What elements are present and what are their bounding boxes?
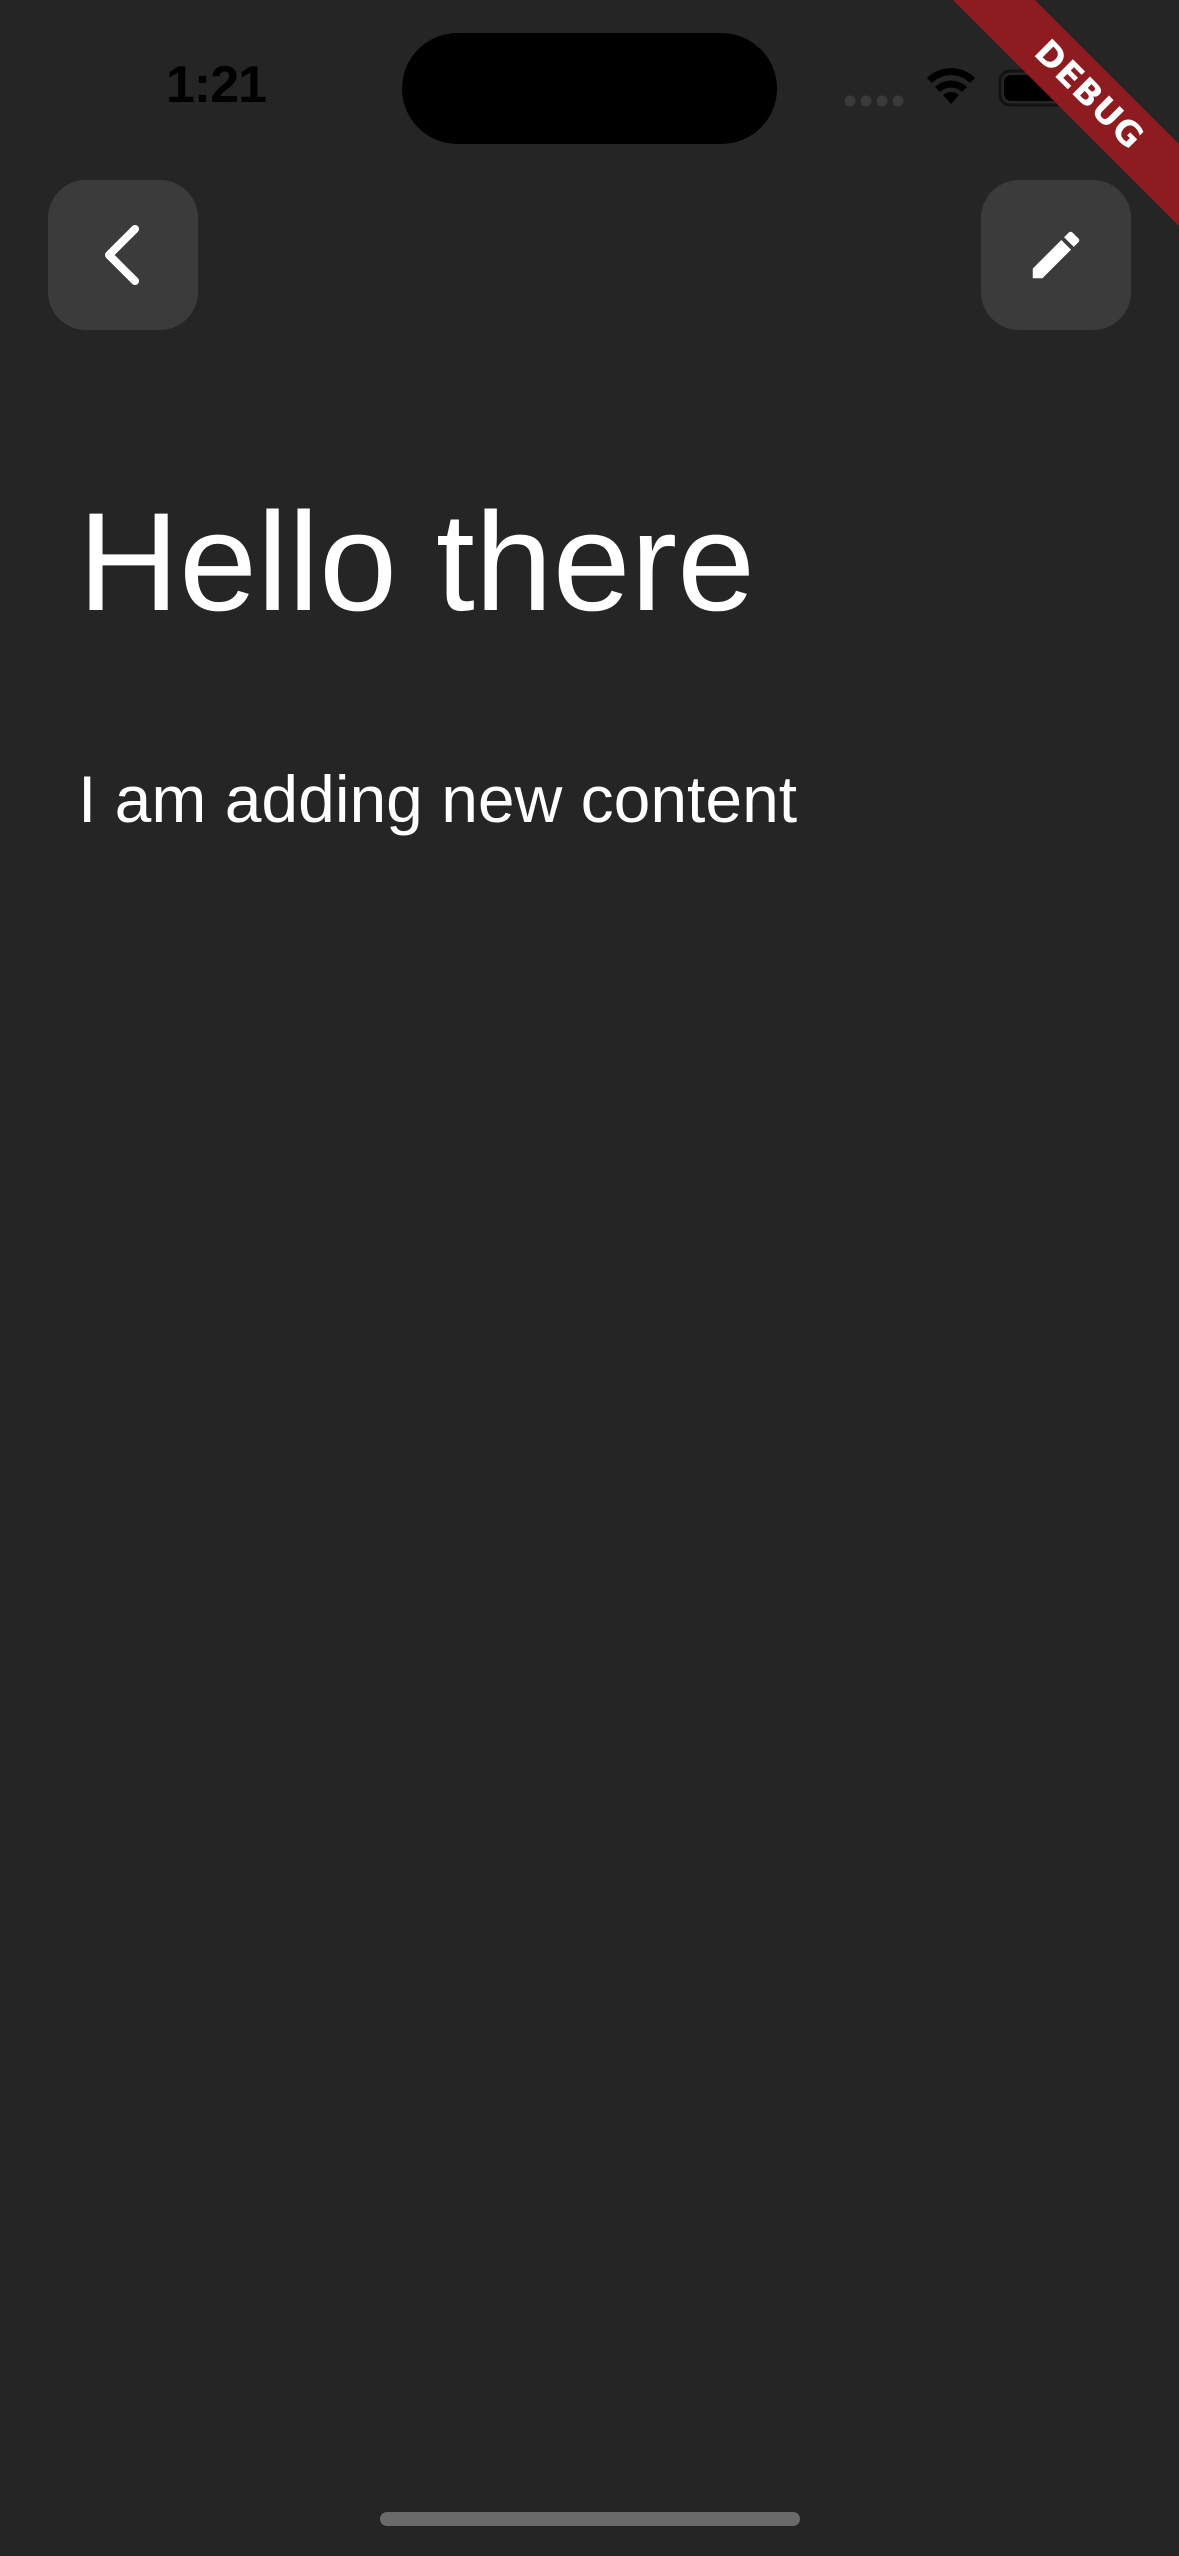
note-content: I am adding new content xyxy=(78,762,798,836)
status-bar: 1:21 xyxy=(0,0,1179,170)
chevron-left-icon xyxy=(105,225,139,285)
note-title: Hello there xyxy=(78,483,756,640)
home-indicator[interactable] xyxy=(380,2512,800,2526)
battery-icon xyxy=(998,69,1080,107)
back-button[interactable] xyxy=(48,180,198,330)
wifi-icon xyxy=(927,68,975,104)
cellular-signal-icon xyxy=(844,95,904,107)
dynamic-island xyxy=(402,33,777,144)
edit-button[interactable] xyxy=(981,180,1131,330)
status-time: 1:21 xyxy=(166,56,267,114)
pencil-icon xyxy=(1032,231,1080,279)
